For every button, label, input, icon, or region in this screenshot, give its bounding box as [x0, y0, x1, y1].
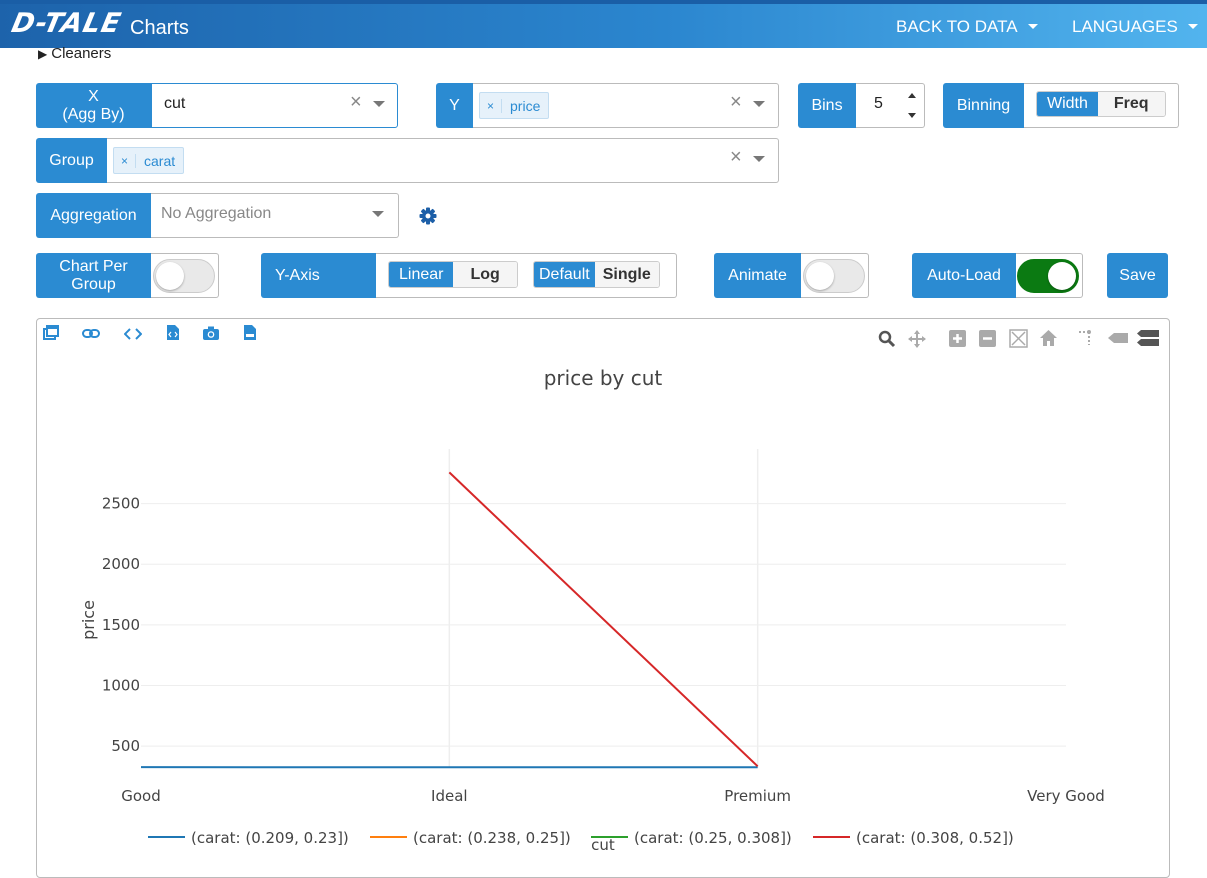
y-tick-label: 500 — [111, 737, 140, 755]
y-tag: × price — [479, 92, 549, 119]
y-tag-value: price — [502, 98, 548, 114]
y-label: Y — [436, 83, 473, 128]
group-tag: × carat — [113, 147, 184, 174]
chevron-down-icon[interactable] — [373, 101, 385, 107]
x-axis-title: cut — [591, 836, 615, 854]
x-tick-label: Premium — [724, 787, 791, 805]
languages-label: LANGUAGES — [1072, 17, 1178, 36]
group-tag-value: carat — [136, 153, 183, 169]
chevron-down-icon[interactable] — [753, 101, 765, 107]
binning-toggle: Width Freq — [1036, 91, 1166, 117]
back-to-data-label: BACK TO DATA — [896, 17, 1018, 36]
bins-value: 5 — [874, 95, 883, 113]
y-axis-single-option[interactable]: Single — [595, 262, 659, 287]
chart-per-group-line2: Group — [71, 276, 115, 294]
x-select[interactable]: cut × — [151, 83, 398, 128]
y-axis-log-option[interactable]: Log — [453, 262, 516, 287]
x-tick-label: Very Good — [1027, 787, 1105, 805]
y-axis-mode-toggle: Default Single — [533, 261, 660, 288]
chevron-down-icon[interactable] — [753, 156, 765, 162]
toggle-knob — [1048, 262, 1076, 290]
x-select-value: cut — [164, 95, 185, 113]
aggregation-placeholder: No Aggregation — [161, 205, 271, 223]
y-tick-label: 2000 — [102, 555, 140, 573]
group-label: Group — [36, 138, 107, 183]
dtale-logo[interactable]: D-TALE — [9, 8, 125, 39]
y-gridlines — [141, 504, 1066, 747]
decrement-icon[interactable] — [908, 113, 916, 118]
chart-title: price by cut — [544, 366, 663, 390]
top-navbar: D-TALE Charts BACK TO DATA LANGUAGES — [0, 0, 1207, 48]
chart-per-group-label: Chart Per Group — [36, 253, 151, 298]
legend-item[interactable]: (carat: (0.308, 0.52]) — [856, 829, 1014, 847]
legend-item[interactable]: (carat: (0.209, 0.23]) — [191, 829, 349, 847]
series-line — [449, 472, 757, 766]
binning-label: Binning — [943, 83, 1024, 128]
chart-per-group-box — [151, 253, 219, 298]
binning-freq-option[interactable]: Freq — [1098, 92, 1165, 116]
group-select[interactable]: × carat × — [107, 138, 779, 183]
y-tick-label: 1500 — [102, 616, 140, 634]
y-axis-scale-toggle: Linear Log — [388, 261, 518, 288]
x-gridlines — [449, 449, 757, 768]
clear-icon[interactable]: × — [350, 91, 362, 114]
animate-box — [801, 253, 869, 298]
bins-input[interactable]: 5 — [856, 83, 925, 128]
chevron-down-icon[interactable] — [372, 211, 384, 217]
save-button[interactable]: Save — [1107, 253, 1168, 298]
y-axis-linear-option[interactable]: Linear — [389, 262, 453, 287]
y-axis-label: Y-Axis — [261, 253, 376, 298]
aggregation-select[interactable]: No Aggregation — [151, 193, 399, 238]
chart-per-group-toggle[interactable] — [153, 259, 215, 293]
languages-menu[interactable]: LANGUAGES — [1072, 17, 1198, 37]
y-axis-default-option[interactable]: Default — [534, 262, 595, 287]
x-label: X (Agg By) — [36, 83, 151, 128]
auto-load-label: Auto-Load — [912, 253, 1016, 298]
clear-icon[interactable]: × — [730, 146, 742, 169]
binning-group: Width Freq — [1024, 83, 1179, 128]
remove-tag-icon[interactable]: × — [114, 154, 136, 168]
aggregation-label: Aggregation — [36, 193, 151, 238]
x-tick-label: Good — [121, 787, 161, 805]
y-tick-label: 2500 — [102, 495, 140, 513]
app-title: Charts — [130, 17, 189, 40]
back-to-data-menu[interactable]: BACK TO DATA — [896, 17, 1038, 37]
cleaners-toggle[interactable]: ▶ Cleaners — [38, 45, 111, 62]
y-axis-title: price — [79, 600, 98, 640]
binning-width-option[interactable]: Width — [1037, 92, 1098, 116]
auto-load-toggle[interactable] — [1017, 259, 1079, 293]
toggle-knob — [156, 262, 184, 290]
chevron-down-icon — [1028, 24, 1038, 29]
clear-icon[interactable]: × — [730, 91, 742, 114]
line-chart: price by cut 500 1000 1500 2000 2500 Good Ide… — [37, 319, 1169, 872]
y-tick-labels: 500 1000 1500 2000 2500 — [102, 495, 140, 756]
animate-label: Animate — [714, 253, 801, 298]
x-label-line1: X — [88, 88, 99, 106]
y-tick-label: 1000 — [102, 677, 140, 695]
y-axis-group: Linear Log Default Single — [376, 253, 677, 298]
x-tick-label: Ideal — [431, 787, 468, 805]
increment-icon[interactable] — [908, 93, 916, 98]
chart-panel: price by cut 500 1000 1500 2000 2500 Good Ide… — [36, 318, 1170, 878]
toggle-knob — [806, 262, 834, 290]
cleaners-label: Cleaners — [51, 45, 111, 62]
chart-per-group-line1: Chart Per — [59, 258, 127, 276]
remove-tag-icon[interactable]: × — [480, 99, 502, 113]
y-select[interactable]: × price × — [473, 83, 779, 128]
caret-right-icon: ▶ — [38, 47, 47, 61]
bins-label: Bins — [798, 83, 856, 128]
chevron-down-icon — [1188, 24, 1198, 29]
legend-item[interactable]: (carat: (0.25, 0.308]) — [634, 829, 792, 847]
x-label-line2: (Agg By) — [62, 106, 124, 124]
legend-item[interactable]: (carat: (0.238, 0.25]) — [413, 829, 571, 847]
x-tick-labels: Good Ideal Premium Very Good — [121, 787, 1105, 805]
gear-icon[interactable] — [418, 206, 438, 226]
animate-toggle[interactable] — [803, 259, 865, 293]
auto-load-box — [1016, 253, 1083, 298]
chart-legend: (carat: (0.209, 0.23]) (carat: (0.238, 0.… — [148, 829, 1014, 847]
